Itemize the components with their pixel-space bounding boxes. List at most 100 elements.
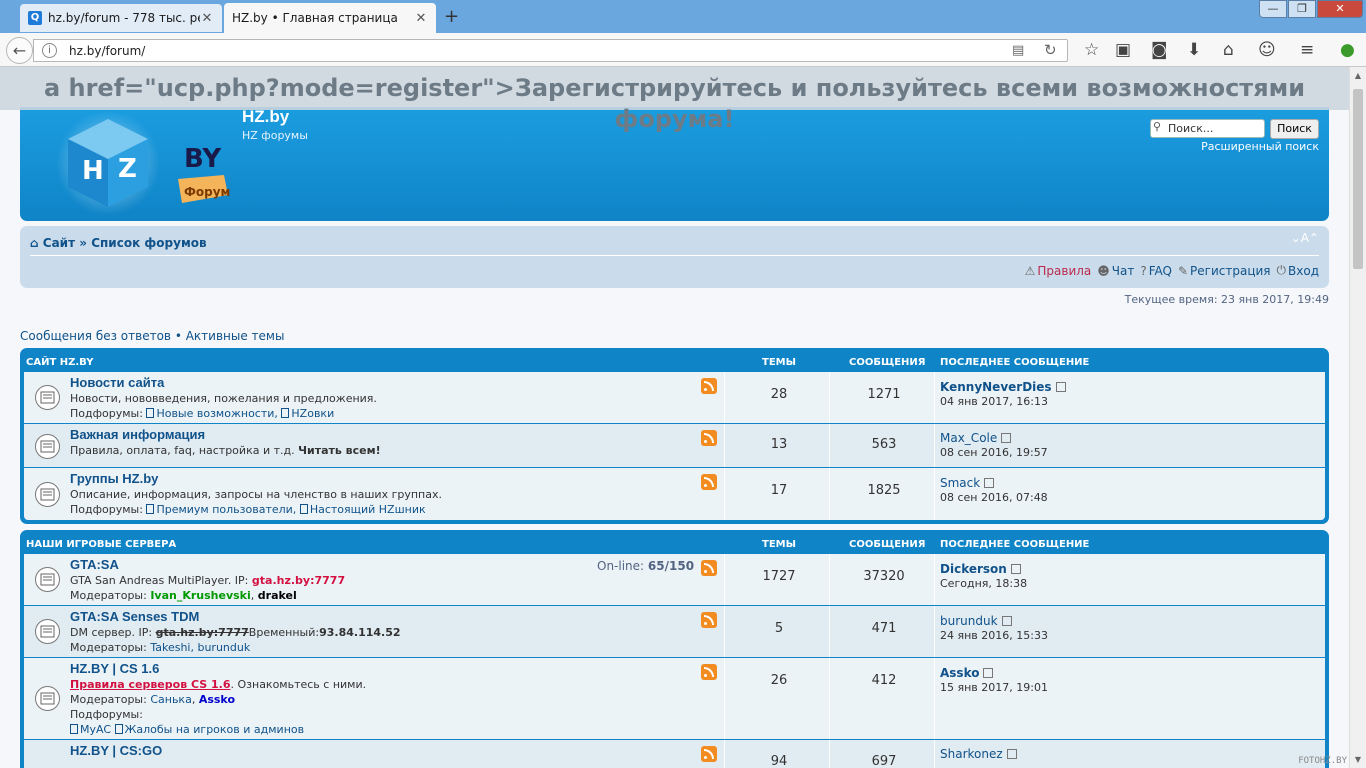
forum-read-icon [35, 434, 60, 459]
rss-feed-icon[interactable] [701, 746, 717, 762]
view-latest-post-icon[interactable] [984, 478, 995, 488]
forum-category-site: САЙТ HZ.BY ТЕМЫ СООБЩЕНИЯ ПОСЛЕДНЕЕ СООБ… [20, 348, 1329, 524]
forum-row: Группы HZ.by Описание, информация, запро… [24, 468, 1325, 520]
server-ip[interactable]: gta.hz.by:7777 [252, 574, 345, 587]
breadcrumb-home[interactable]: Сайт [43, 236, 75, 250]
server-ip[interactable]: 93.84.114.52 [319, 626, 400, 639]
bookmark-star-icon[interactable]: ☆ [1084, 40, 1099, 60]
moderator-link[interactable]: Takeshi, burunduk [150, 641, 250, 654]
column-divider [829, 606, 830, 657]
nav-register-link[interactable]: ✎ Регистрация [1178, 263, 1271, 278]
register-banner-text[interactable]: a href="ucp.php?mode=register">Зарегистр… [0, 73, 1349, 135]
subforum-link[interactable]: MyAC [80, 723, 111, 736]
subforum-link[interactable]: Настоящий HZшник [310, 503, 426, 516]
view-latest-post-icon[interactable] [1055, 382, 1066, 392]
rss-feed-icon[interactable] [701, 430, 717, 446]
register-banner: a href="ucp.php?mode=register">Зарегистр… [0, 67, 1349, 133]
view-latest-post-icon[interactable] [1010, 564, 1021, 574]
posts-count: 1271 [867, 387, 901, 402]
close-tab-icon[interactable]: ✕ [414, 11, 428, 26]
nav-chat-link[interactable]: ☻ Чат [1097, 263, 1134, 278]
site-info-icon[interactable]: i [42, 43, 57, 58]
active-topics-link[interactable]: Активные темы [186, 329, 285, 343]
view-latest-post-icon[interactable] [1001, 616, 1012, 626]
forum-description: Правила серверов CS 1.6. Ознакомьтесь с … [70, 678, 366, 691]
rss-feed-icon[interactable] [701, 474, 717, 490]
breadcrumb-current[interactable]: Список форумов [91, 236, 206, 250]
rules-link[interactable]: Правила серверов CS 1.6 [70, 678, 231, 691]
moderator-link[interactable]: drakel [258, 589, 297, 602]
menu-icon[interactable]: ≡ [1300, 40, 1314, 60]
moderator-link[interactable]: Assko [199, 693, 235, 706]
last-post-author[interactable]: Dickerson [940, 562, 1021, 576]
category-title[interactable]: НАШИ ИГРОВЫЕ СЕРВЕРА [26, 539, 176, 550]
subforum-link[interactable]: Жалобы на игроков и админов [125, 723, 305, 736]
addon-icon[interactable]: ● [1340, 40, 1355, 60]
last-post-date: 15 янв 2017, 19:01 [940, 681, 1048, 694]
last-post-author[interactable]: Smack [940, 476, 995, 490]
url-text[interactable]: hz.by/forum/ [69, 44, 145, 58]
font-size-toggle[interactable]: ⌄A⌃ [1291, 231, 1319, 245]
view-latest-post-icon[interactable] [1001, 433, 1012, 443]
column-divider [829, 658, 830, 739]
back-button[interactable]: ← [6, 37, 33, 64]
last-post-author[interactable]: Sharkonez [940, 747, 1017, 761]
scrollbar-thumb[interactable] [1353, 89, 1363, 269]
forum-title[interactable]: GTA:SA [70, 557, 119, 572]
subforum-link[interactable]: Премиум пользователи, [156, 503, 296, 516]
subforum-link[interactable]: Новые возможности, [156, 407, 277, 420]
forum-title[interactable]: Важная информация [70, 427, 205, 442]
moderator-link[interactable]: Санька [150, 693, 191, 706]
forum-title[interactable]: Новости сайта [70, 375, 164, 390]
tab-forum-home[interactable]: HZ.by • Главная страница ✕ [224, 3, 436, 33]
nav-rules-link[interactable]: ⚠ Правила [1025, 263, 1092, 278]
advanced-search-link[interactable]: Расширенный поиск [1201, 140, 1319, 153]
view-latest-post-icon[interactable] [1006, 749, 1017, 759]
maximize-button[interactable]: ❐ [1288, 0, 1316, 18]
column-divider [829, 424, 830, 467]
pocket-icon[interactable]: ◙ [1151, 40, 1168, 60]
forum-title[interactable]: GTA:SA Senses TDM [70, 609, 199, 624]
unanswered-posts-link[interactable]: Сообщения без ответов [20, 329, 171, 343]
scroll-down-icon[interactable]: ▼ [1350, 755, 1366, 764]
close-tab-icon[interactable]: ✕ [200, 11, 214, 26]
minimize-button[interactable]: — [1259, 0, 1287, 18]
nav-faq-link[interactable]: ? FAQ [1140, 263, 1172, 278]
scroll-up-icon[interactable]: ▲ [1350, 71, 1366, 80]
subforum-link[interactable]: HZовки [291, 407, 334, 420]
reader-view-icon[interactable]: ▤ [1012, 43, 1024, 58]
column-divider [934, 740, 935, 768]
moderator-link[interactable]: Ivan_Krushevski [150, 589, 250, 602]
view-latest-post-icon[interactable] [983, 668, 994, 678]
forum-title[interactable]: HZ.BY | CS 1.6 [70, 661, 159, 676]
forum-title[interactable]: Группы HZ.by [70, 471, 158, 486]
forum-title[interactable]: HZ.BY | CS:GO [70, 743, 162, 758]
forum-read-icon [35, 567, 60, 592]
search-favicon-icon: Q [28, 11, 42, 25]
online-count: 65/150 [647, 559, 695, 573]
reload-icon[interactable]: ↻ [1044, 41, 1057, 59]
page-scrollbar[interactable]: ▲ ▼ [1349, 67, 1366, 768]
last-post-author[interactable]: Max_Cole [940, 431, 1012, 445]
close-window-button[interactable]: ✕ [1317, 0, 1363, 18]
rss-feed-icon[interactable] [701, 378, 717, 394]
nav-login-link[interactable]: ⏻ Вход [1277, 263, 1319, 278]
last-post-author[interactable]: KennyNeverDies [940, 380, 1066, 394]
address-bar[interactable]: i hz.by/forum/ ▤ ↻ [33, 39, 1068, 62]
rss-feed-icon[interactable] [701, 612, 717, 628]
smiley-icon[interactable]: ☺ [1258, 40, 1276, 60]
last-post-author[interactable]: burunduk [940, 614, 1012, 628]
category-title[interactable]: САЙТ HZ.BY [26, 357, 94, 368]
rss-feed-icon[interactable] [701, 664, 717, 680]
download-icon[interactable]: ⬇ [1187, 40, 1201, 60]
new-tab-button[interactable]: + [444, 6, 459, 27]
home-icon[interactable]: ⌂ [1223, 40, 1234, 60]
home-icon[interactable]: ⌂ [30, 236, 39, 250]
last-post-author[interactable]: Assko [940, 666, 994, 680]
tab-search-results[interactable]: Q hz.by/forum - 778 тыс. рез... ✕ [20, 4, 222, 32]
nav-login-label: Вход [1288, 263, 1319, 278]
rss-feed-icon[interactable] [701, 560, 717, 576]
subforums-line: MyAC Жалобы на игроков и админов [70, 723, 304, 736]
reading-list-icon[interactable]: ▣ [1115, 40, 1131, 60]
topics-count: 17 [770, 483, 788, 498]
